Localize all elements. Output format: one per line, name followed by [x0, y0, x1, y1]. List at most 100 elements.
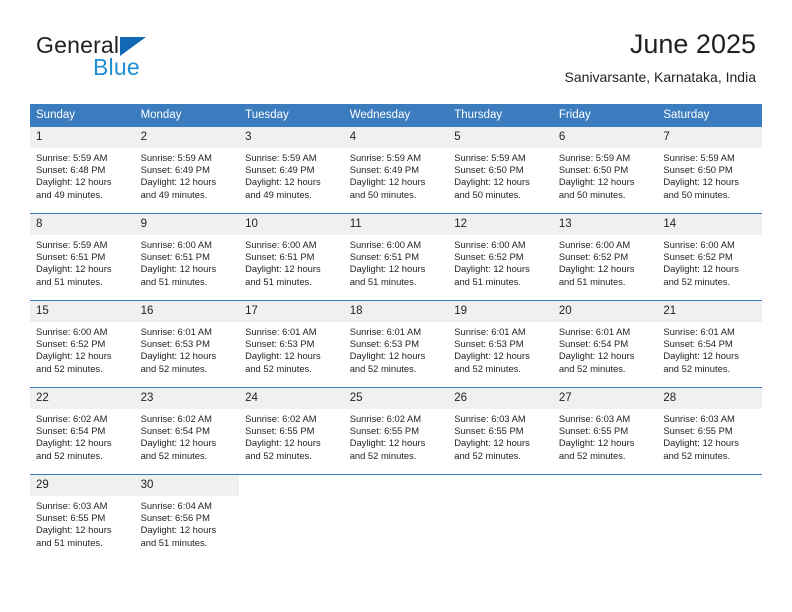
daylight-text: Daylight: 12 hours and 50 minutes.: [454, 176, 530, 200]
day-details: Sunrise: 6:03 AM Sunset: 6:55 PM Dayligh…: [553, 409, 658, 462]
day-details: Sunrise: 6:02 AM Sunset: 6:54 PM Dayligh…: [30, 409, 135, 462]
day-number: 21: [657, 301, 762, 322]
day-details: Sunrise: 6:01 AM Sunset: 6:53 PM Dayligh…: [344, 322, 449, 375]
day-details: Sunrise: 6:01 AM Sunset: 6:53 PM Dayligh…: [448, 322, 553, 375]
sunset-text: Sunset: 6:54 PM: [36, 425, 106, 437]
day-cell[interactable]: 8 Sunrise: 5:59 AM Sunset: 6:51 PM Dayli…: [30, 213, 135, 301]
calendar-body: 1 Sunrise: 5:59 AM Sunset: 6:48 PM Dayli…: [30, 126, 762, 561]
day-number: 19: [448, 301, 553, 322]
day-cell-empty: [448, 474, 553, 561]
sunrise-text: Sunrise: 6:03 AM: [558, 413, 631, 424]
day-cell[interactable]: 12 Sunrise: 6:00 AM Sunset: 6:52 PM Dayl…: [448, 213, 553, 301]
day-details: Sunrise: 6:03 AM Sunset: 6:55 PM Dayligh…: [657, 409, 762, 462]
sunset-text: Sunset: 6:51 PM: [349, 251, 419, 263]
sunrise-text: Sunrise: 5:59 AM: [140, 152, 212, 163]
day-number: 26: [448, 388, 553, 409]
sunset-text: Sunset: 6:51 PM: [245, 251, 315, 263]
day-details: Sunrise: 6:02 AM Sunset: 6:55 PM Dayligh…: [239, 409, 344, 462]
day-number: 1: [30, 127, 135, 148]
day-cell[interactable]: 2 Sunrise: 5:59 AM Sunset: 6:49 PM Dayli…: [134, 126, 240, 214]
day-details: Sunrise: 6:03 AM Sunset: 6:55 PM Dayligh…: [448, 409, 553, 462]
day-cell[interactable]: 6 Sunrise: 5:59 AM Sunset: 6:50 PM Dayli…: [552, 126, 658, 214]
day-details: Sunrise: 6:00 AM Sunset: 6:52 PM Dayligh…: [657, 235, 762, 288]
daylight-text: Daylight: 12 hours and 51 minutes.: [454, 263, 530, 287]
daylight-text: Daylight: 12 hours and 52 minutes.: [454, 437, 530, 461]
day-cell[interactable]: 7 Sunrise: 5:59 AM Sunset: 6:50 PM Dayli…: [657, 126, 762, 214]
sunset-text: Sunset: 6:54 PM: [558, 338, 629, 350]
day-cell[interactable]: 20 Sunrise: 6:01 AM Sunset: 6:54 PM Dayl…: [552, 300, 658, 388]
logo-text-blue: Blue: [93, 54, 140, 80]
day-cell[interactable]: 13 Sunrise: 6:00 AM Sunset: 6:52 PM Dayl…: [552, 213, 658, 301]
day-cell[interactable]: 3 Sunrise: 5:59 AM Sunset: 6:49 PM Dayli…: [239, 126, 344, 214]
day-cell[interactable]: 9 Sunrise: 6:00 AM Sunset: 6:51 PM Dayli…: [134, 213, 240, 301]
sunset-text: Sunset: 6:55 PM: [349, 425, 419, 437]
day-details: Sunrise: 5:59 AM Sunset: 6:51 PM Dayligh…: [30, 235, 135, 288]
sunrise-text: Sunrise: 6:01 AM: [663, 326, 735, 337]
day-cell[interactable]: 28 Sunrise: 6:03 AM Sunset: 6:55 PM Dayl…: [657, 387, 762, 475]
sunset-text: Sunset: 6:51 PM: [36, 251, 106, 263]
day-cell[interactable]: 11 Sunrise: 6:00 AM Sunset: 6:51 PM Dayl…: [343, 213, 449, 301]
day-cell[interactable]: 30 Sunrise: 6:04 AM Sunset: 6:56 PM Dayl…: [134, 474, 240, 561]
day-cell[interactable]: 27 Sunrise: 6:03 AM Sunset: 6:55 PM Dayl…: [552, 387, 658, 475]
day-number: 27: [552, 388, 658, 409]
day-number: 6: [552, 127, 658, 148]
weekday-header-friday: Friday: [552, 104, 658, 127]
day-cell-empty: [657, 474, 762, 561]
sunset-text: Sunset: 6:52 PM: [36, 338, 106, 350]
page-header: General Blue June 2025 Sanivarsante, Kar…: [0, 28, 792, 98]
day-cell[interactable]: 16 Sunrise: 6:01 AM Sunset: 6:53 PM Dayl…: [134, 300, 240, 388]
daylight-text: Daylight: 12 hours and 49 minutes.: [245, 176, 321, 200]
day-details: Sunrise: 6:01 AM Sunset: 6:54 PM Dayligh…: [553, 322, 658, 375]
weekday-header-wednesday: Wednesday: [343, 104, 449, 127]
day-details: Sunrise: 6:00 AM Sunset: 6:52 PM Dayligh…: [30, 322, 135, 375]
day-cell[interactable]: 10 Sunrise: 6:00 AM Sunset: 6:51 PM Dayl…: [239, 213, 344, 301]
daylight-text: Daylight: 12 hours and 52 minutes.: [36, 437, 112, 461]
sunrise-text: Sunrise: 6:00 AM: [140, 239, 212, 250]
day-number: 5: [448, 127, 553, 148]
sunrise-text: Sunrise: 6:01 AM: [140, 326, 212, 337]
day-cell[interactable]: 22 Sunrise: 6:02 AM Sunset: 6:54 PM Dayl…: [30, 387, 135, 475]
day-number: 10: [239, 214, 344, 235]
day-cell-empty: [343, 474, 449, 561]
day-cell[interactable]: 17 Sunrise: 6:01 AM Sunset: 6:53 PM Dayl…: [239, 300, 344, 388]
daylight-text: Daylight: 12 hours and 52 minutes.: [663, 263, 739, 287]
sunrise-text: Sunrise: 5:59 AM: [558, 152, 631, 163]
day-cell[interactable]: 23 Sunrise: 6:02 AM Sunset: 6:54 PM Dayl…: [134, 387, 240, 475]
sunset-text: Sunset: 6:49 PM: [349, 164, 419, 176]
sunset-text: Sunset: 6:48 PM: [36, 164, 106, 176]
day-cell[interactable]: 4 Sunrise: 5:59 AM Sunset: 6:49 PM Dayli…: [343, 126, 449, 214]
sunset-text: Sunset: 6:52 PM: [454, 251, 524, 263]
weekday-header-thursday: Thursday: [448, 104, 553, 127]
day-details: Sunrise: 5:59 AM Sunset: 6:50 PM Dayligh…: [448, 148, 553, 201]
day-details: Sunrise: 6:01 AM Sunset: 6:53 PM Dayligh…: [239, 322, 344, 375]
sunrise-text: Sunrise: 6:00 AM: [454, 239, 526, 250]
day-details: Sunrise: 5:59 AM Sunset: 6:49 PM Dayligh…: [344, 148, 449, 201]
day-details: Sunrise: 5:59 AM Sunset: 6:49 PM Dayligh…: [239, 148, 344, 201]
day-cell[interactable]: 19 Sunrise: 6:01 AM Sunset: 6:53 PM Dayl…: [448, 300, 553, 388]
day-cell[interactable]: 5 Sunrise: 5:59 AM Sunset: 6:50 PM Dayli…: [448, 126, 553, 214]
day-cell[interactable]: 26 Sunrise: 6:03 AM Sunset: 6:55 PM Dayl…: [448, 387, 553, 475]
day-cell[interactable]: 15 Sunrise: 6:00 AM Sunset: 6:52 PM Dayl…: [30, 300, 135, 388]
day-number: [448, 475, 553, 496]
weekday-header-tuesday: Tuesday: [239, 104, 344, 127]
sunrise-text: Sunrise: 6:02 AM: [349, 413, 422, 424]
day-cell[interactable]: 24 Sunrise: 6:02 AM Sunset: 6:55 PM Dayl…: [239, 387, 344, 475]
daylight-text: Daylight: 12 hours and 50 minutes.: [663, 176, 739, 200]
sunset-text: Sunset: 6:51 PM: [140, 251, 210, 263]
sunrise-text: Sunrise: 5:59 AM: [36, 239, 108, 250]
day-cell[interactable]: 14 Sunrise: 6:00 AM Sunset: 6:52 PM Dayl…: [657, 213, 762, 301]
sunrise-text: Sunrise: 6:00 AM: [245, 239, 317, 250]
day-cell[interactable]: 25 Sunrise: 6:02 AM Sunset: 6:55 PM Dayl…: [343, 387, 449, 475]
day-cell[interactable]: 29 Sunrise: 6:03 AM Sunset: 6:55 PM Dayl…: [30, 474, 135, 561]
calendar-page: General Blue June 2025 Sanivarsante, Kar…: [0, 0, 792, 612]
sunrise-text: Sunrise: 5:59 AM: [349, 152, 422, 163]
day-number: [343, 475, 449, 496]
day-cell[interactable]: 1 Sunrise: 5:59 AM Sunset: 6:48 PM Dayli…: [30, 126, 135, 214]
sunset-text: Sunset: 6:53 PM: [454, 338, 524, 350]
daylight-text: Daylight: 12 hours and 51 minutes.: [140, 263, 217, 287]
sunset-text: Sunset: 6:55 PM: [454, 425, 524, 437]
day-cell[interactable]: 21 Sunrise: 6:01 AM Sunset: 6:54 PM Dayl…: [657, 300, 762, 388]
daylight-text: Daylight: 12 hours and 52 minutes.: [558, 350, 635, 374]
day-number: 14: [657, 214, 762, 235]
day-cell[interactable]: 18 Sunrise: 6:01 AM Sunset: 6:53 PM Dayl…: [343, 300, 449, 388]
